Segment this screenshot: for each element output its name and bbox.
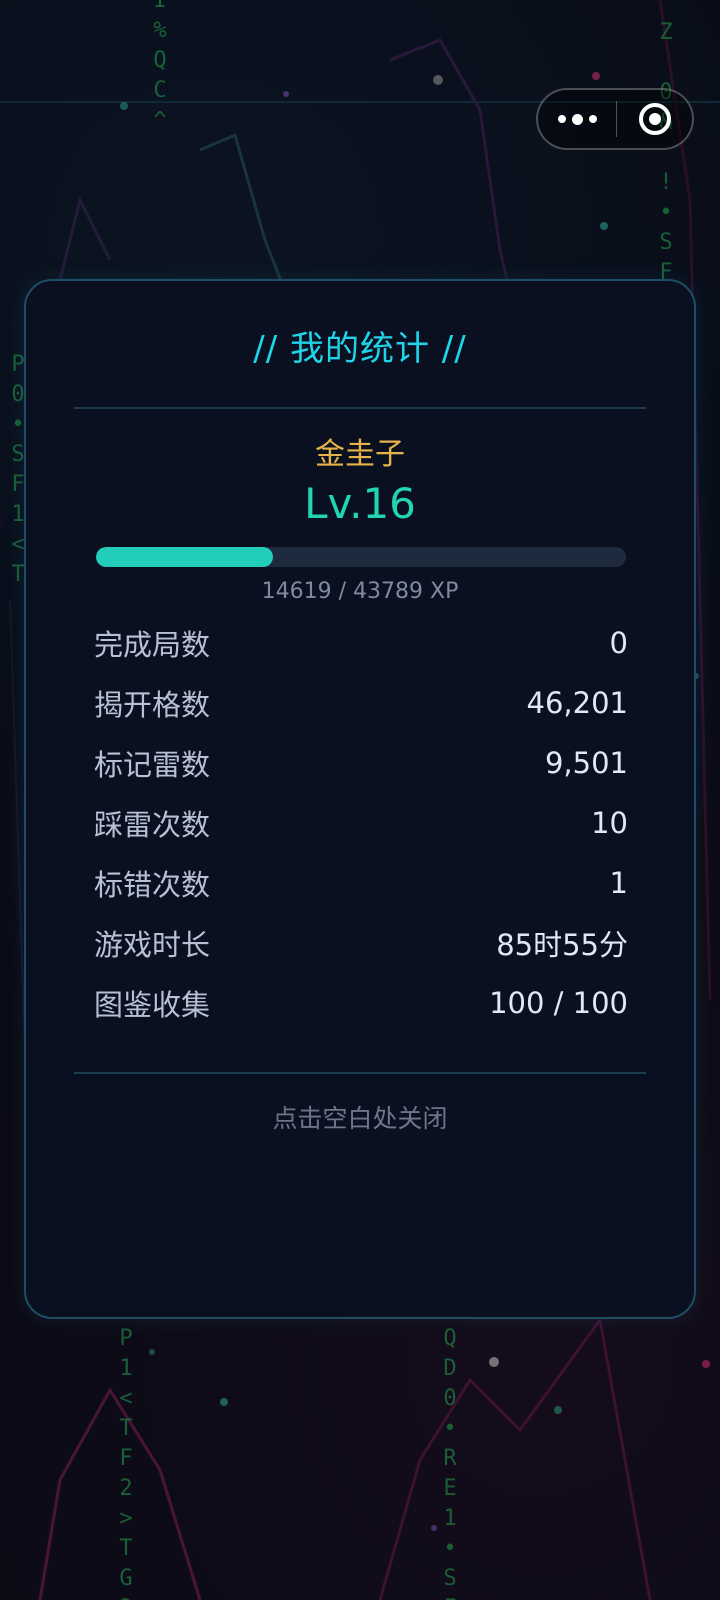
stat-row-collection: 图鉴收集 100 / 100	[94, 973, 628, 1033]
divider	[74, 1072, 646, 1074]
matrix-code-column: P 1 < T F 2 > T G 3	[119, 1326, 133, 1600]
divider	[74, 407, 646, 409]
stat-row-play-time: 游戏时长 85时55分	[94, 913, 628, 973]
close-hint: 点击空白处关闭	[272, 1104, 448, 1133]
stat-label: 标记雷数	[94, 748, 211, 782]
matrix-code-column: Z 0 & ! • S F 1	[659, 20, 673, 315]
stat-label: 踩雷次数	[94, 808, 211, 842]
player-name: 金圭子	[315, 437, 405, 472]
stat-label: 图鉴收集	[94, 988, 211, 1022]
stat-value: 1	[609, 866, 628, 900]
stat-row-cells-revealed: 揭开格数 46,201	[94, 673, 628, 733]
stat-value: 46,201	[526, 686, 628, 720]
player-level: Lv.16	[304, 479, 416, 528]
stat-value: 10	[591, 806, 628, 840]
stat-value: 85时55分	[496, 928, 628, 962]
stats-panel: // 我的统计 // 金圭子 Lv.16 14619 / 43789 XP 完成…	[24, 279, 696, 1319]
xp-progress-fill	[96, 547, 273, 567]
mini-program-capsule	[536, 88, 694, 150]
stat-row-games-completed: 完成局数 0	[94, 613, 628, 673]
stat-label: 完成局数	[94, 628, 211, 662]
stat-label: 游戏时长	[94, 928, 211, 962]
xp-text: 14619 / 43789 XP	[261, 579, 459, 604]
stats-list: 完成局数 0 揭开格数 46,201 标记雷数 9,501 踩雷次数 10 标错…	[94, 613, 628, 1033]
matrix-code-column: I % Q C ^	[153, 0, 167, 133]
stat-value: 9,501	[544, 746, 628, 780]
matrix-code-column: Q D 0 • R E 1 • S F	[443, 1326, 457, 1600]
stat-row-mines-flagged: 标记雷数 9,501	[94, 733, 628, 793]
target-close-icon[interactable]	[617, 90, 692, 148]
stat-label: 标错次数	[94, 868, 211, 902]
stat-value: 100 / 100	[489, 986, 628, 1020]
stat-label: 揭开格数	[94, 688, 211, 722]
stat-value: 0	[609, 626, 628, 660]
more-dots-icon[interactable]	[538, 90, 616, 148]
stat-row-wrong-flags: 标错次数 1	[94, 853, 628, 913]
stat-row-mines-hit: 踩雷次数 10	[94, 793, 628, 853]
xp-progress-bar	[96, 547, 626, 567]
panel-title: // 我的统计 //	[253, 329, 467, 369]
